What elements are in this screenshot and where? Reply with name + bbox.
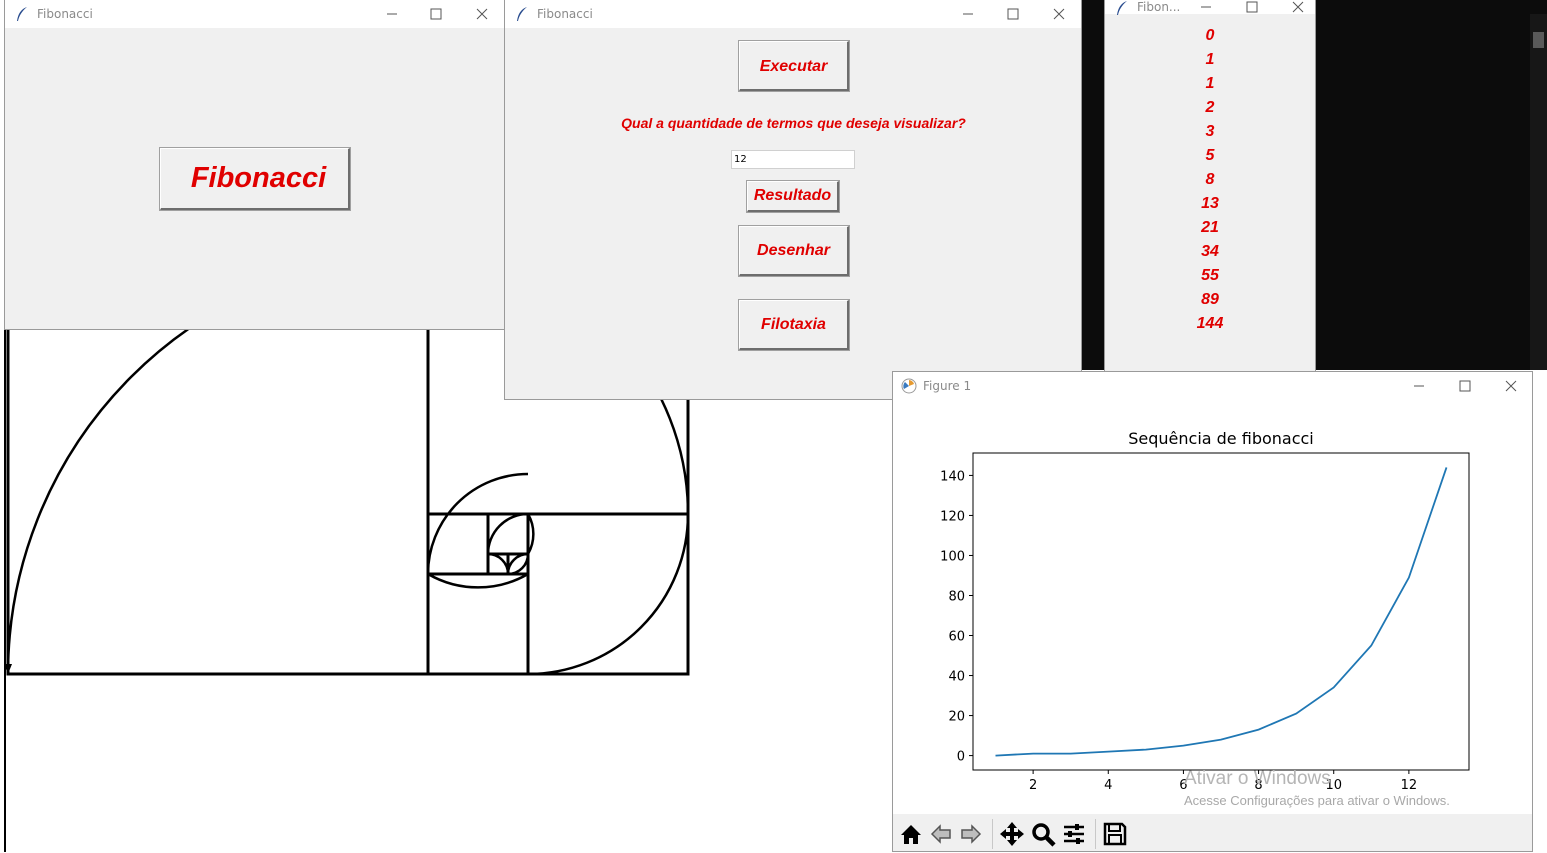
- terminal-scroll-thumb[interactable]: [1533, 32, 1544, 48]
- back-icon: [930, 824, 951, 844]
- fibonacci-number-item: 144: [1196, 315, 1224, 332]
- maximize-icon: [1459, 380, 1471, 392]
- y-tick-label: 120: [940, 509, 965, 524]
- configure-subplots-button[interactable]: [1060, 820, 1088, 848]
- fibonacci-number-item: 0: [1205, 27, 1215, 44]
- maximize-button[interactable]: [413, 0, 459, 28]
- maximize-button[interactable]: [1229, 0, 1275, 14]
- zoom-button[interactable]: [1029, 820, 1057, 848]
- window-title: Fibon...: [1137, 0, 1181, 14]
- close-icon: [1505, 380, 1517, 392]
- maximize-icon: [430, 8, 442, 20]
- pan-button[interactable]: [998, 820, 1026, 848]
- x-tick-label: 12: [1401, 778, 1418, 793]
- close-button[interactable]: [1036, 0, 1082, 28]
- fibonacci-results-window: Fibon... 0 1 1 2 3 5 8 13 21 34 55 89 144: [1104, 0, 1316, 372]
- home-icon: [901, 825, 921, 844]
- forward-icon: [961, 824, 982, 844]
- phyllotaxis-button[interactable]: Filotaxia: [738, 299, 850, 351]
- quantity-input[interactable]: [731, 150, 855, 169]
- configure-subplots-icon: [1064, 824, 1084, 844]
- x-tick-label: 4: [1104, 778, 1112, 793]
- minimize-button[interactable]: [369, 0, 415, 28]
- execute-button[interactable]: Executar: [738, 40, 850, 92]
- activation-watermark-title: Ativar o Windows: [1184, 768, 1331, 789]
- y-tick-label: 60: [948, 630, 965, 645]
- minimize-icon: [387, 13, 397, 15]
- y-tick-label: 20: [948, 710, 965, 725]
- fibonacci-controls-window: Fibonacci Executar Qual a quantidade de …: [504, 0, 1082, 400]
- y-tick-label: 80: [948, 589, 965, 604]
- plot-area: [972, 452, 1470, 771]
- x-tick-label: 2: [1029, 778, 1037, 793]
- quantity-question-label: Qual a quantidade de termos que deseja v…: [621, 115, 966, 131]
- feather-icon: [517, 7, 527, 21]
- fibonacci-button[interactable]: Fibonacci: [159, 147, 351, 211]
- feather-icon: [17, 7, 27, 21]
- maximize-icon: [1007, 8, 1019, 20]
- toolbar-separator: [992, 819, 993, 849]
- terminal-scrollbar[interactable]: [1530, 14, 1547, 370]
- draw-button[interactable]: Desenhar: [738, 225, 850, 277]
- fibonacci-number-item: 21: [1201, 219, 1219, 236]
- fibonacci-number-item: 1: [1205, 51, 1215, 68]
- minimize-icon: [963, 13, 973, 15]
- fibonacci-main-window: Fibonacci Fibonacci: [4, 0, 506, 330]
- y-tick-label: 140: [940, 469, 965, 484]
- fibonacci-number-item: 5: [1205, 147, 1215, 164]
- zoom-icon: [1032, 823, 1056, 847]
- minimize-button[interactable]: [945, 0, 991, 28]
- fibonacci-number-item: 2: [1205, 99, 1215, 116]
- feather-icon: [1117, 1, 1127, 15]
- fibonacci-number-item: 1: [1205, 75, 1215, 92]
- window-title-bar[interactable]: Fibonacci: [5, 0, 505, 28]
- fibonacci-number-item: 34: [1201, 243, 1219, 260]
- close-button[interactable]: [459, 0, 505, 28]
- fibonacci-number-item: 55: [1201, 267, 1219, 284]
- fibonacci-number-item: 13: [1201, 195, 1219, 212]
- window-title-bar[interactable]: Fibonacci: [505, 0, 1081, 28]
- maximize-button[interactable]: [1442, 372, 1488, 400]
- fibonacci-number-item: 8: [1205, 171, 1215, 188]
- maximize-button[interactable]: [990, 0, 1036, 28]
- close-icon: [1053, 8, 1065, 20]
- close-icon: [476, 8, 488, 20]
- close-button[interactable]: [1275, 0, 1321, 14]
- close-button[interactable]: [1488, 372, 1534, 400]
- fibonacci-line-chart: Sequência de fibonacci 2 4 6 8 10 12 02040608…: [940, 429, 1470, 793]
- fibonacci-number-item: 89: [1201, 291, 1219, 308]
- minimize-button[interactable]: [1183, 0, 1229, 14]
- result-button[interactable]: Resultado: [746, 180, 840, 213]
- window-title-bar[interactable]: Figure 1: [893, 372, 1532, 400]
- y-tick-label: 0: [957, 750, 965, 765]
- save-icon: [1103, 822, 1127, 846]
- window-title: Fibonacci: [37, 7, 93, 21]
- pan-icon: [1000, 822, 1024, 846]
- minimize-icon: [1414, 385, 1424, 387]
- y-tick-label: 40: [948, 670, 965, 685]
- back-button[interactable]: [927, 820, 955, 848]
- forward-button[interactable]: [957, 820, 985, 848]
- save-button[interactable]: [1101, 820, 1129, 848]
- close-icon: [1292, 1, 1304, 13]
- figure-toolbar: [893, 814, 1532, 851]
- chart-title: Sequência de fibonacci: [1128, 429, 1314, 448]
- y-tick-label: 100: [940, 549, 965, 564]
- fibonacci-number-item: 3: [1205, 123, 1215, 140]
- fibonacci-number-list: 0 1 1 2 3 5 8 13 21 34 55 89 144: [1105, 24, 1315, 336]
- window-title: Fibonacci: [537, 7, 593, 21]
- maximize-icon: [1246, 1, 1258, 13]
- minimize-button[interactable]: [1396, 372, 1442, 400]
- home-button[interactable]: [897, 820, 925, 848]
- figure-window: Figure 1 Sequência de fibonacci 2 4 6 8 10 12…: [892, 371, 1533, 852]
- activation-watermark-subtitle: Acesse Configurações para ativar o Windo…: [1184, 793, 1450, 808]
- minimize-icon: [1201, 6, 1211, 8]
- toolbar-separator: [1095, 819, 1096, 849]
- matplotlib-icon: [901, 378, 917, 394]
- window-title: Figure 1: [923, 379, 972, 393]
- window-title-bar[interactable]: Fibon...: [1105, 0, 1315, 15]
